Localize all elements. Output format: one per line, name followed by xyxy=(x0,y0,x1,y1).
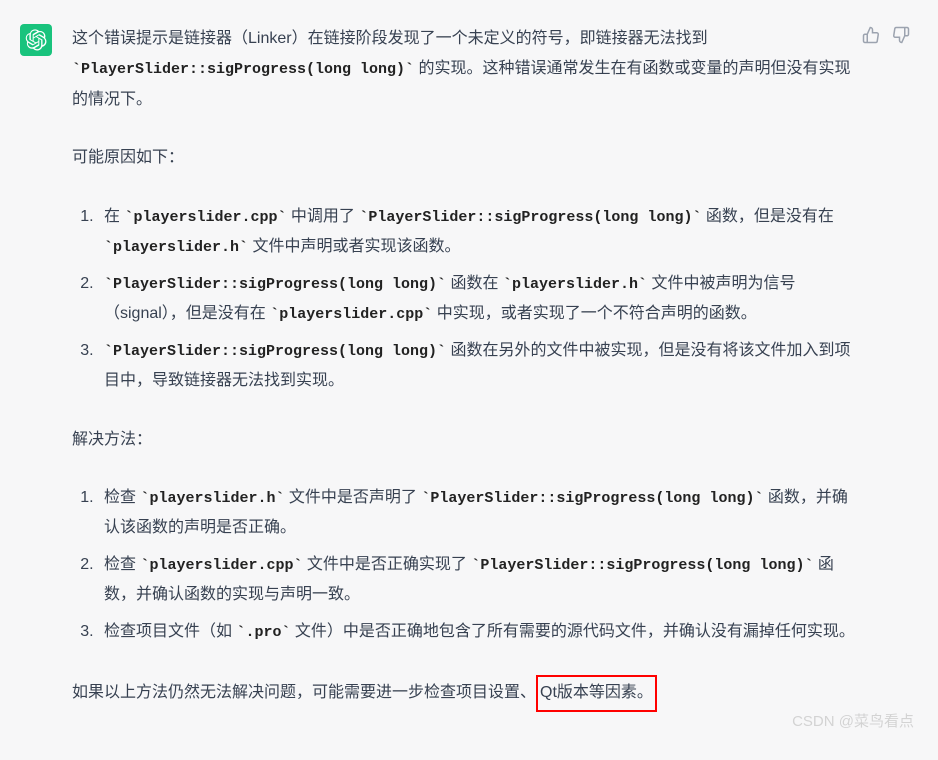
inline-code: `playerslider.cpp` xyxy=(124,209,286,226)
text: 检查 xyxy=(104,489,140,506)
inline-code: `playerslider.h` xyxy=(140,490,284,507)
feedback-buttons xyxy=(862,26,910,44)
causes-label: 可能原因如下： xyxy=(72,143,858,173)
list-item: 检查 `playerslider.h` 文件中是否声明了 `PlayerSlid… xyxy=(98,483,858,544)
inline-code: `PlayerSlider::sigProgress(long long)` xyxy=(72,61,414,78)
list-item: `PlayerSlider::sigProgress(long long)` 函… xyxy=(98,269,858,330)
text: 函数在 xyxy=(446,275,503,292)
assistant-message: 这个错误提示是链接器（Linker）在链接阶段发现了一个未定义的符号，即链接器无… xyxy=(0,0,938,760)
text: 在 xyxy=(104,208,124,225)
inline-code: `PlayerSlider::sigProgress(long long)` xyxy=(104,343,446,360)
watermark: CSDN @菜鸟看点 xyxy=(792,710,914,731)
text: 检查项目文件（如 xyxy=(104,623,236,640)
inline-code: `PlayerSlider::sigProgress(long long)` xyxy=(421,490,763,507)
text: Qt版本等因素。 xyxy=(540,684,653,701)
list-item: `PlayerSlider::sigProgress(long long)` 函… xyxy=(98,336,858,397)
text: 文件）中是否正确地包含了所有需要的源代码文件，并确认没有漏掉任何实现。 xyxy=(290,623,854,640)
text: 文件中是否正确实现了 xyxy=(302,556,471,573)
text: 函数，但是没有在 xyxy=(701,208,833,225)
inline-code: `playerslider.cpp` xyxy=(140,557,302,574)
openai-logo-icon xyxy=(25,29,47,51)
text: 这个错误提示是链接器（Linker）在链接阶段发现了一个未定义的符号，即链接器无… xyxy=(72,30,708,47)
inline-code: `playerslider.h` xyxy=(503,276,647,293)
inline-code: `playerslider.cpp` xyxy=(270,306,432,323)
text: 文件中是否声明了 xyxy=(284,489,421,506)
inline-code: `PlayerSlider::sigProgress(long long)` xyxy=(359,209,701,226)
list-item: 检查 `playerslider.cpp` 文件中是否正确实现了 `Player… xyxy=(98,550,858,611)
solutions-label: 解决方法： xyxy=(72,425,858,455)
text: 检查 xyxy=(104,556,140,573)
highlighted-text: Qt版本等因素。 xyxy=(536,675,657,711)
text: 中实现，或者实现了一个不符合声明的函数。 xyxy=(432,305,756,322)
inline-code: `PlayerSlider::sigProgress(long long)` xyxy=(104,276,446,293)
inline-code: `playerslider.h` xyxy=(104,239,248,256)
message-content: 这个错误提示是链接器（Linker）在链接阶段发现了一个未定义的符号，即链接器无… xyxy=(72,24,918,740)
assistant-avatar xyxy=(20,24,52,56)
text: 如果以上方法仍然无法解决问题，可能需要进一步检查项目设置、 xyxy=(72,684,536,701)
thumbs-up-icon[interactable] xyxy=(862,26,880,44)
causes-list: 在 `playerslider.cpp` 中调用了 `PlayerSlider:… xyxy=(72,202,858,397)
list-item: 在 `playerslider.cpp` 中调用了 `PlayerSlider:… xyxy=(98,202,858,263)
solutions-list: 检查 `playerslider.h` 文件中是否声明了 `PlayerSlid… xyxy=(72,483,858,647)
list-item: 检查项目文件（如 `.pro` 文件）中是否正确地包含了所有需要的源代码文件，并… xyxy=(98,617,858,648)
text: 文件中声明或者实现该函数。 xyxy=(248,238,460,255)
thumbs-down-icon[interactable] xyxy=(892,26,910,44)
intro-paragraph: 这个错误提示是链接器（Linker）在链接阶段发现了一个未定义的符号，即链接器无… xyxy=(72,24,858,115)
inline-code: `PlayerSlider::sigProgress(long long)` xyxy=(471,557,813,574)
inline-code: `.pro` xyxy=(236,624,290,641)
closing-paragraph: 如果以上方法仍然无法解决问题，可能需要进一步检查项目设置、Qt版本等因素。 xyxy=(72,675,858,711)
text: 中调用了 xyxy=(286,208,359,225)
